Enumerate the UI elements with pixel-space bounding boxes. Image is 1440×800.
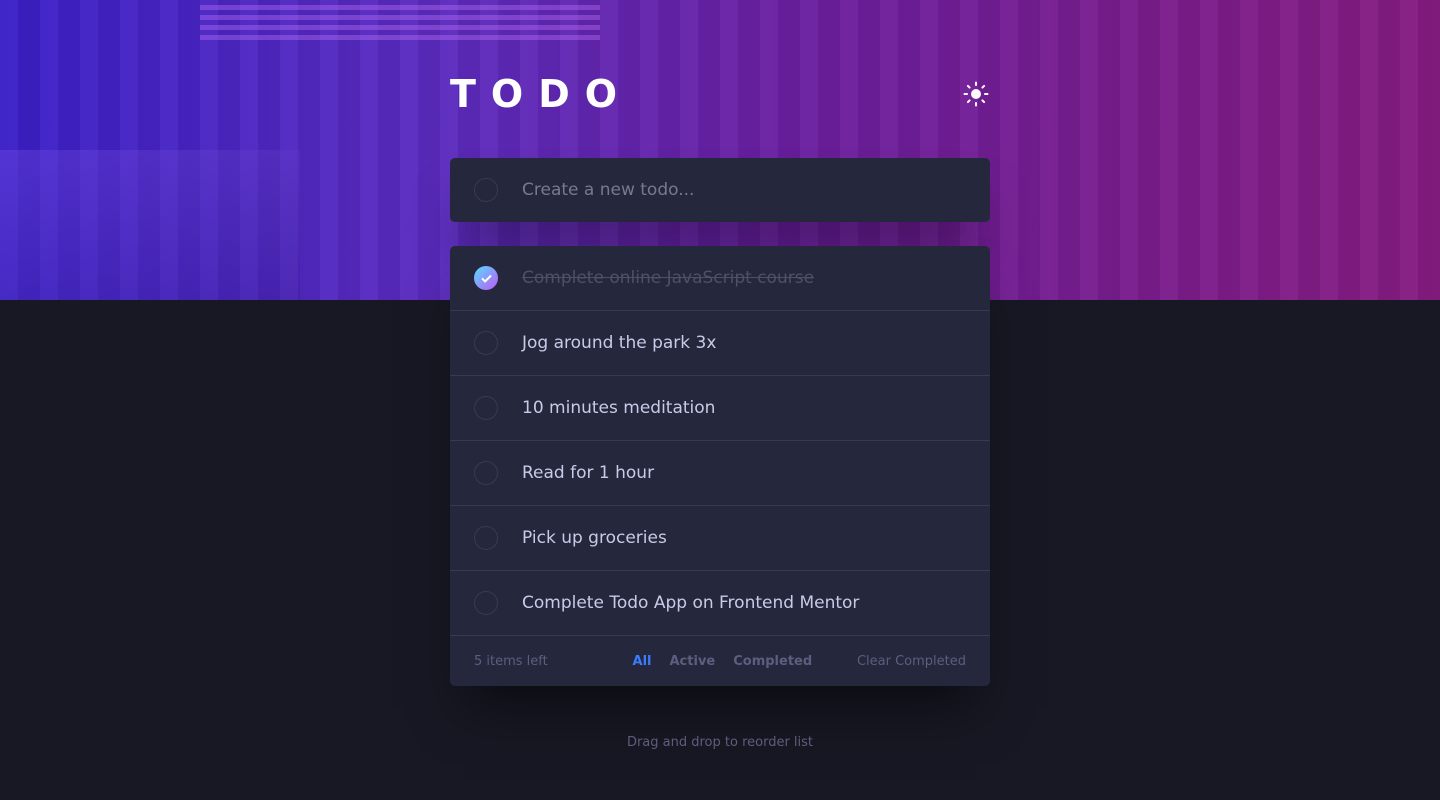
todo-item[interactable]: Jog around the park 3x [450, 311, 990, 376]
drag-drop-hint: Drag and drop to reorder list [626, 735, 814, 750]
todo-item[interactable]: Complete Todo App on Frontend Mentor [450, 571, 990, 636]
clear-completed-button[interactable]: Clear Completed [857, 654, 966, 669]
new-todo-input[interactable] [522, 180, 966, 200]
todo-text: Complete online JavaScript course [522, 268, 815, 288]
new-todo-check-circle[interactable] [474, 178, 498, 202]
todo-checkbox[interactable] [474, 461, 498, 485]
todo-text: Complete Todo App on Frontend Mentor [522, 593, 860, 613]
todo-text: 10 minutes meditation [522, 398, 716, 418]
todo-text: Jog around the park 3x [522, 333, 717, 353]
sun-icon [963, 81, 989, 107]
todo-checkbox[interactable] [474, 526, 498, 550]
filter-active[interactable]: Active [670, 654, 716, 669]
todo-checkbox[interactable] [474, 396, 498, 420]
theme-toggle-button[interactable] [962, 80, 990, 108]
todo-item[interactable]: Complete online JavaScript course [450, 246, 990, 311]
todo-item[interactable]: 10 minutes meditation [450, 376, 990, 441]
todo-item[interactable]: Read for 1 hour [450, 441, 990, 506]
todo-checkbox[interactable] [474, 591, 498, 615]
filter-all[interactable]: All [633, 654, 652, 669]
items-left-count: 5 items left [474, 653, 548, 669]
todo-text: Read for 1 hour [522, 463, 655, 483]
filter-completed[interactable]: Completed [733, 654, 812, 669]
todo-checkbox[interactable] [474, 266, 498, 290]
new-todo-bar [450, 158, 990, 222]
list-footer: 5 items left All Active Completed Clear … [450, 636, 990, 686]
check-icon [480, 274, 492, 283]
header: TODO [450, 70, 990, 118]
todo-list: Complete online JavaScript course Jog ar… [450, 246, 990, 686]
app-title: TODO [450, 72, 633, 116]
todo-checkbox[interactable] [474, 331, 498, 355]
todo-text: Pick up groceries [522, 528, 667, 548]
filter-group: All Active Completed [633, 654, 813, 669]
todo-app: TODO Complete onlin [450, 70, 990, 686]
todo-item[interactable]: Pick up groceries [450, 506, 990, 571]
